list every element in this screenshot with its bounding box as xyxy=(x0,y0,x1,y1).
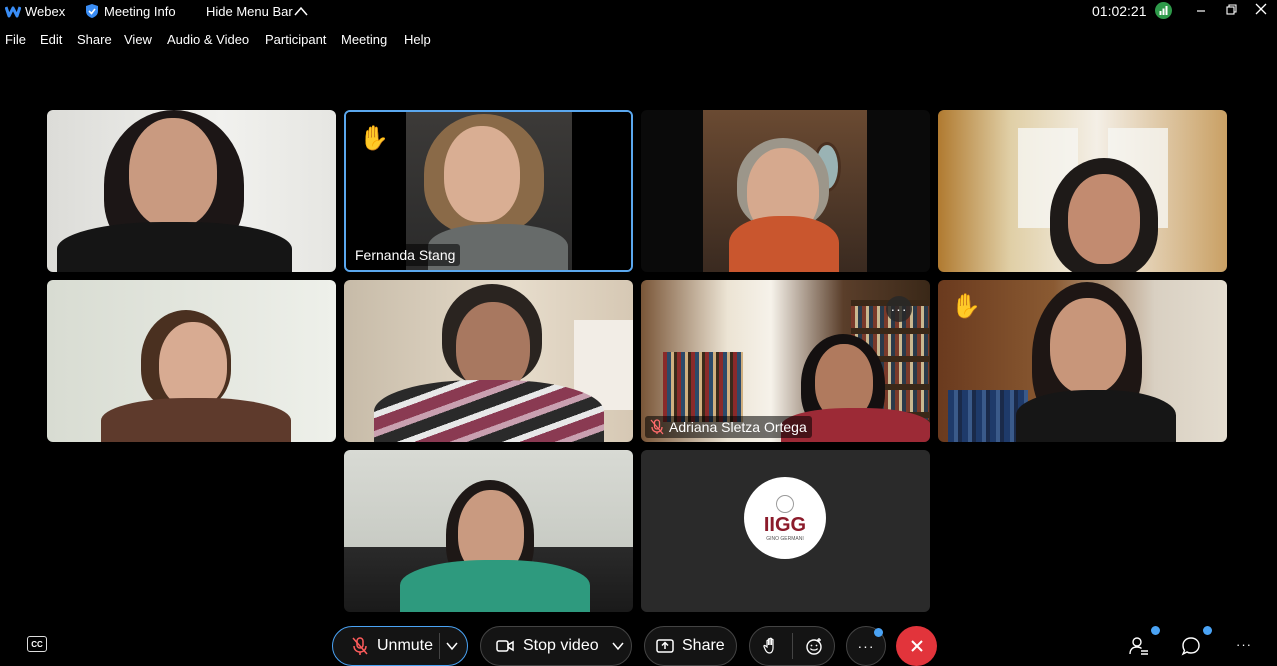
menu-meeting[interactable]: Meeting xyxy=(341,32,387,47)
more-options-button[interactable]: ··· xyxy=(886,296,912,322)
network-signal-icon[interactable] xyxy=(1155,2,1172,19)
participant-nameplate: Adriana Sletza Ortega xyxy=(645,416,812,438)
restore-icon[interactable] xyxy=(1222,2,1240,18)
unmute-button[interactable]: Unmute xyxy=(332,626,468,666)
close-icon[interactable] xyxy=(1252,2,1270,18)
reactions-group xyxy=(749,626,835,666)
leave-meeting-button[interactable] xyxy=(896,626,937,666)
chevron-down-icon[interactable] xyxy=(611,640,625,652)
participant-nameplate: Fernanda Stang xyxy=(350,244,461,266)
institution-logo: IIGG GINO GERMANI xyxy=(744,477,826,559)
bookshelf-decoration xyxy=(663,352,743,422)
participant-face xyxy=(129,118,217,228)
chat-icon[interactable] xyxy=(1180,635,1202,657)
stop-video-button[interactable]: Stop video xyxy=(480,626,632,666)
notification-badge xyxy=(1151,626,1160,635)
divider xyxy=(792,633,793,659)
video-tile[interactable] xyxy=(641,110,930,272)
menu-view[interactable]: View xyxy=(124,32,152,47)
notification-badge xyxy=(874,628,883,637)
divider xyxy=(439,633,440,659)
menu-audio-video[interactable]: Audio & Video xyxy=(167,32,249,47)
cc-label: CC xyxy=(31,639,43,649)
more-panels-icon[interactable]: ··· xyxy=(1236,637,1252,652)
menu-edit[interactable]: Edit xyxy=(40,32,62,47)
participant-name: Adriana Sletza Ortega xyxy=(669,419,807,435)
participant-body xyxy=(1016,390,1176,442)
participant-face xyxy=(1068,174,1140,264)
participant-face xyxy=(444,126,520,222)
seal-icon xyxy=(776,494,794,513)
participants-icon[interactable] xyxy=(1128,635,1150,657)
video-tile[interactable]: ··· Adriana Sletza Ortega xyxy=(641,280,930,442)
logo-subtext: GINO GERMANI xyxy=(766,535,804,542)
participant-body xyxy=(374,380,604,442)
meeting-info-button[interactable]: Meeting Info xyxy=(104,4,176,19)
raise-hand-icon: ✋ xyxy=(951,293,981,320)
muted-mic-icon xyxy=(352,637,368,655)
menu-file[interactable]: File xyxy=(5,32,26,47)
unmute-label: Unmute xyxy=(377,637,434,654)
video-tile[interactable]: ✋ xyxy=(938,280,1227,442)
muted-mic-icon xyxy=(650,419,664,435)
raise-hand-icon: ✋ xyxy=(359,125,389,152)
minimize-icon[interactable] xyxy=(1192,2,1210,18)
hide-menu-bar-button[interactable]: Hide Menu Bar xyxy=(206,4,293,19)
video-tile-logo[interactable]: IIGG GINO GERMANI xyxy=(641,450,930,612)
app-title: Webex xyxy=(25,4,66,19)
shield-icon xyxy=(86,4,98,18)
participant-face xyxy=(456,302,530,392)
raise-hand-icon[interactable] xyxy=(761,636,781,656)
participant-face xyxy=(159,322,227,408)
participant-body xyxy=(57,222,292,272)
emoji-reaction-icon[interactable] xyxy=(804,636,824,656)
webex-logo-icon xyxy=(5,6,21,18)
video-tile[interactable] xyxy=(938,110,1227,272)
participant-name: Fernanda Stang xyxy=(355,247,456,263)
more-dots-icon: ··· xyxy=(857,638,875,654)
video-tile[interactable] xyxy=(344,450,633,612)
video-tile[interactable] xyxy=(47,280,336,442)
video-camera-icon xyxy=(496,640,514,652)
logo-text: IIGG xyxy=(763,513,807,536)
stop-video-label: Stop video xyxy=(523,637,599,654)
share-button[interactable]: Share xyxy=(644,626,737,666)
menu-participant[interactable]: Participant xyxy=(265,32,326,47)
chevron-up-icon[interactable] xyxy=(293,5,309,17)
closed-captions-button[interactable]: CC xyxy=(27,636,47,652)
video-tile[interactable] xyxy=(47,110,336,272)
notification-badge xyxy=(1203,626,1212,635)
close-x-icon xyxy=(910,640,923,652)
participant-body xyxy=(101,398,291,442)
chevron-down-icon[interactable] xyxy=(445,640,459,652)
meeting-timer: 01:02:21 xyxy=(1092,3,1147,19)
share-label: Share xyxy=(682,637,725,654)
video-tile-active-speaker[interactable]: ✋ Fernanda Stang xyxy=(344,110,633,272)
share-screen-icon xyxy=(656,639,674,653)
participant-scarf xyxy=(729,216,839,272)
participant-face xyxy=(1050,298,1126,394)
menu-help[interactable]: Help xyxy=(404,32,431,47)
menu-share[interactable]: Share xyxy=(77,32,112,47)
participant-body xyxy=(400,560,590,612)
video-tile[interactable] xyxy=(344,280,633,442)
title-bar: Webex Meeting Info Hide Menu Bar 01:02:2… xyxy=(0,0,1277,24)
